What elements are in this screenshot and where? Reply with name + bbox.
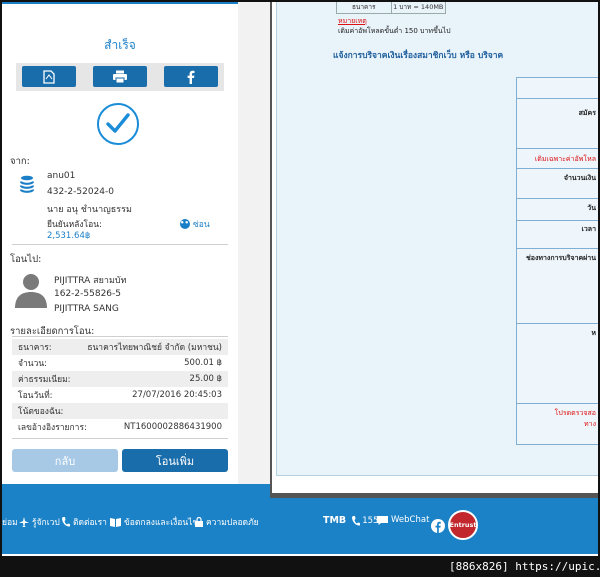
transfer-more-button[interactable]: โอนเพิ่ม — [122, 449, 228, 472]
pdf-button[interactable] — [22, 66, 76, 87]
back-button[interactable]: กลับ — [12, 449, 118, 472]
transfer-receipt-panel: สำเร็จ จาก: anu01 432-2-52024-0 นาย อนุ … — [2, 2, 238, 484]
balance-value: 2,531.64฿ — [47, 231, 91, 241]
form-label: โปรดตรวจสอ — [554, 409, 596, 417]
detail-label: ค่าธรรมเนียม: — [18, 375, 71, 385]
detail-label: ธนาคาร: — [18, 343, 52, 353]
recipient-avatar — [14, 272, 48, 312]
detail-label: โอนวันที่: — [18, 391, 53, 401]
from-nickname: anu01 — [47, 171, 76, 181]
detail-label: เลขอ้างอิงรายการ: — [18, 423, 87, 433]
printer-icon — [113, 70, 127, 83]
footer-link-label: รู้จักเวป — [32, 518, 60, 528]
image-host-watermark: [886x826] https://upic.me/ — [446, 558, 600, 575]
form-divider — [517, 198, 598, 199]
to-account-name: PIJITTRA SANG — [54, 304, 119, 314]
footer-link-terms[interactable]: ข้อตกลงและเงื่อนไข — [110, 515, 198, 529]
pdf-icon — [43, 69, 55, 84]
detail-value: ธนาคารไทยพาณิชย์ จำกัด (มหาชน) — [87, 343, 222, 353]
detail-label: จำนวน: — [18, 359, 48, 369]
hide-balance-label: ซ่อน — [193, 220, 210, 230]
rate-table: ธนาคาร 1 บาท = 140MB — [336, 2, 446, 14]
webchat-label: WebChat — [391, 515, 430, 525]
form-divider — [517, 98, 598, 99]
hide-balance-link[interactable]: ••• ซ่อน — [180, 217, 210, 231]
divider — [12, 438, 228, 439]
balance-label: ยืนยันหลังโอน: — [47, 220, 102, 230]
success-check-icon — [97, 103, 139, 145]
coin-stack-icon — [19, 175, 35, 199]
form-divider — [517, 248, 598, 249]
footer-link-label: ความปลอดภัย — [206, 518, 259, 528]
footer-bottom-line — [2, 554, 598, 556]
footer-link-contact[interactable]: ติดต่อเรา — [62, 515, 107, 529]
form-divider — [517, 403, 598, 404]
book-icon — [110, 517, 121, 527]
detail-value: 27/07/2016 20:45:03 — [132, 390, 222, 400]
detail-row-note: โน้ตของฉัน: — [12, 403, 228, 419]
success-title: สำเร็จ — [104, 38, 136, 52]
detail-value: NT1600002886431900 — [123, 422, 222, 432]
webchat-link[interactable]: WebChat — [377, 515, 429, 525]
entrust-seal: Entrust — [448, 510, 478, 540]
from-owner-name: นาย อนุ ชำนาญธรรม — [47, 205, 132, 215]
detail-row-bank: ธนาคาร: ธนาคารไทยพาณิชย์ จำกัด (มหาชน) — [12, 339, 228, 355]
form-title: แจ้งการบริจาคเงินเรื่องสมาชิกเว็บ หรือ บ… — [333, 51, 504, 61]
more-dots-icon: ••• — [180, 219, 194, 229]
donation-form-window: ธนาคาร 1 บาท = 140MB หมายเหตุ เติมค่าอัพ… — [272, 2, 598, 493]
form-label: จำนวนเงิน — [563, 174, 596, 182]
footer-link-about[interactable]: รู้จักเวป — [19, 515, 60, 529]
footer-link-label: ติดต่อเรา — [73, 518, 107, 528]
detail-row-date: โอนวันที่: 27/07/2016 20:45:03 — [12, 387, 228, 403]
detail-value: 500.01 ฿ — [184, 358, 222, 368]
detail-row-reference: เลขอ้างอิงรายการ: NT1600002886431900 — [12, 419, 228, 435]
form-label: สมัคร — [578, 109, 596, 117]
detail-label: โน้ตของฉัน: — [18, 407, 64, 417]
facebook-icon — [187, 70, 195, 84]
phone-icon — [62, 517, 70, 527]
background-strip — [238, 2, 270, 484]
form-label: เวลา — [581, 225, 596, 233]
rate-cell: ธนาคาร — [351, 3, 376, 11]
tmb-brand: TMB 1558 — [323, 515, 384, 526]
form-divider — [517, 148, 598, 149]
form-label: เติมเฉพาะค่าอัพโหล — [534, 155, 596, 163]
form-label: ทาง — [584, 420, 596, 428]
detail-row-amount: จำนวน: 500.01 ฿ — [12, 355, 228, 371]
footer-link-0[interactable]: ย่อม — [2, 515, 18, 529]
footer-link-label: ข้อตกลงและเงื่อนไข — [124, 518, 199, 528]
print-button[interactable] — [93, 66, 147, 87]
form-label: ห — [591, 329, 596, 337]
to-account-number: 162-2-55826-5 — [54, 289, 122, 299]
tmb-logo: TMB — [323, 515, 347, 526]
rate-cell: 1 บาท = 140MB — [390, 2, 446, 13]
share-bar — [16, 63, 224, 91]
form-label: ช่องทางการบริจาคผ่าน — [526, 254, 596, 262]
from-account-number: 432-2-52024-0 — [47, 187, 115, 197]
footer-link-security[interactable]: ความปลอดภัย — [195, 515, 259, 529]
lock-icon — [195, 517, 203, 527]
phone-icon — [352, 515, 361, 526]
footer-facebook-icon[interactable] — [431, 518, 445, 537]
from-label: จาก: — [10, 156, 30, 167]
facebook-share-button[interactable] — [164, 66, 218, 87]
panel-top-border — [2, 2, 238, 4]
donation-form: สมัคร เติมเฉพาะค่าอัพโหล จำนวนเงิน วัน เ… — [516, 77, 598, 445]
form-label: วัน — [587, 204, 596, 212]
detail-value: 25.00 ฿ — [189, 374, 222, 384]
divider — [12, 336, 228, 337]
to-label: โอนไป: — [10, 254, 42, 265]
divider — [12, 244, 228, 245]
form-divider — [517, 323, 598, 324]
upload-note: เติมค่าอัพโหลดขั้นต่ำ 150 บาทขึ้นไป — [338, 27, 451, 35]
detail-row-fee: ค่าธรรมเนียม: 25.00 ฿ — [12, 371, 228, 387]
footer-link-label: ย่อม — [2, 518, 18, 528]
form-divider — [517, 220, 598, 221]
chat-icon — [377, 515, 388, 525]
to-nickname: PIJITTRA สยามบัท — [54, 276, 127, 286]
airplane-icon — [19, 517, 29, 527]
form-divider — [517, 168, 598, 169]
